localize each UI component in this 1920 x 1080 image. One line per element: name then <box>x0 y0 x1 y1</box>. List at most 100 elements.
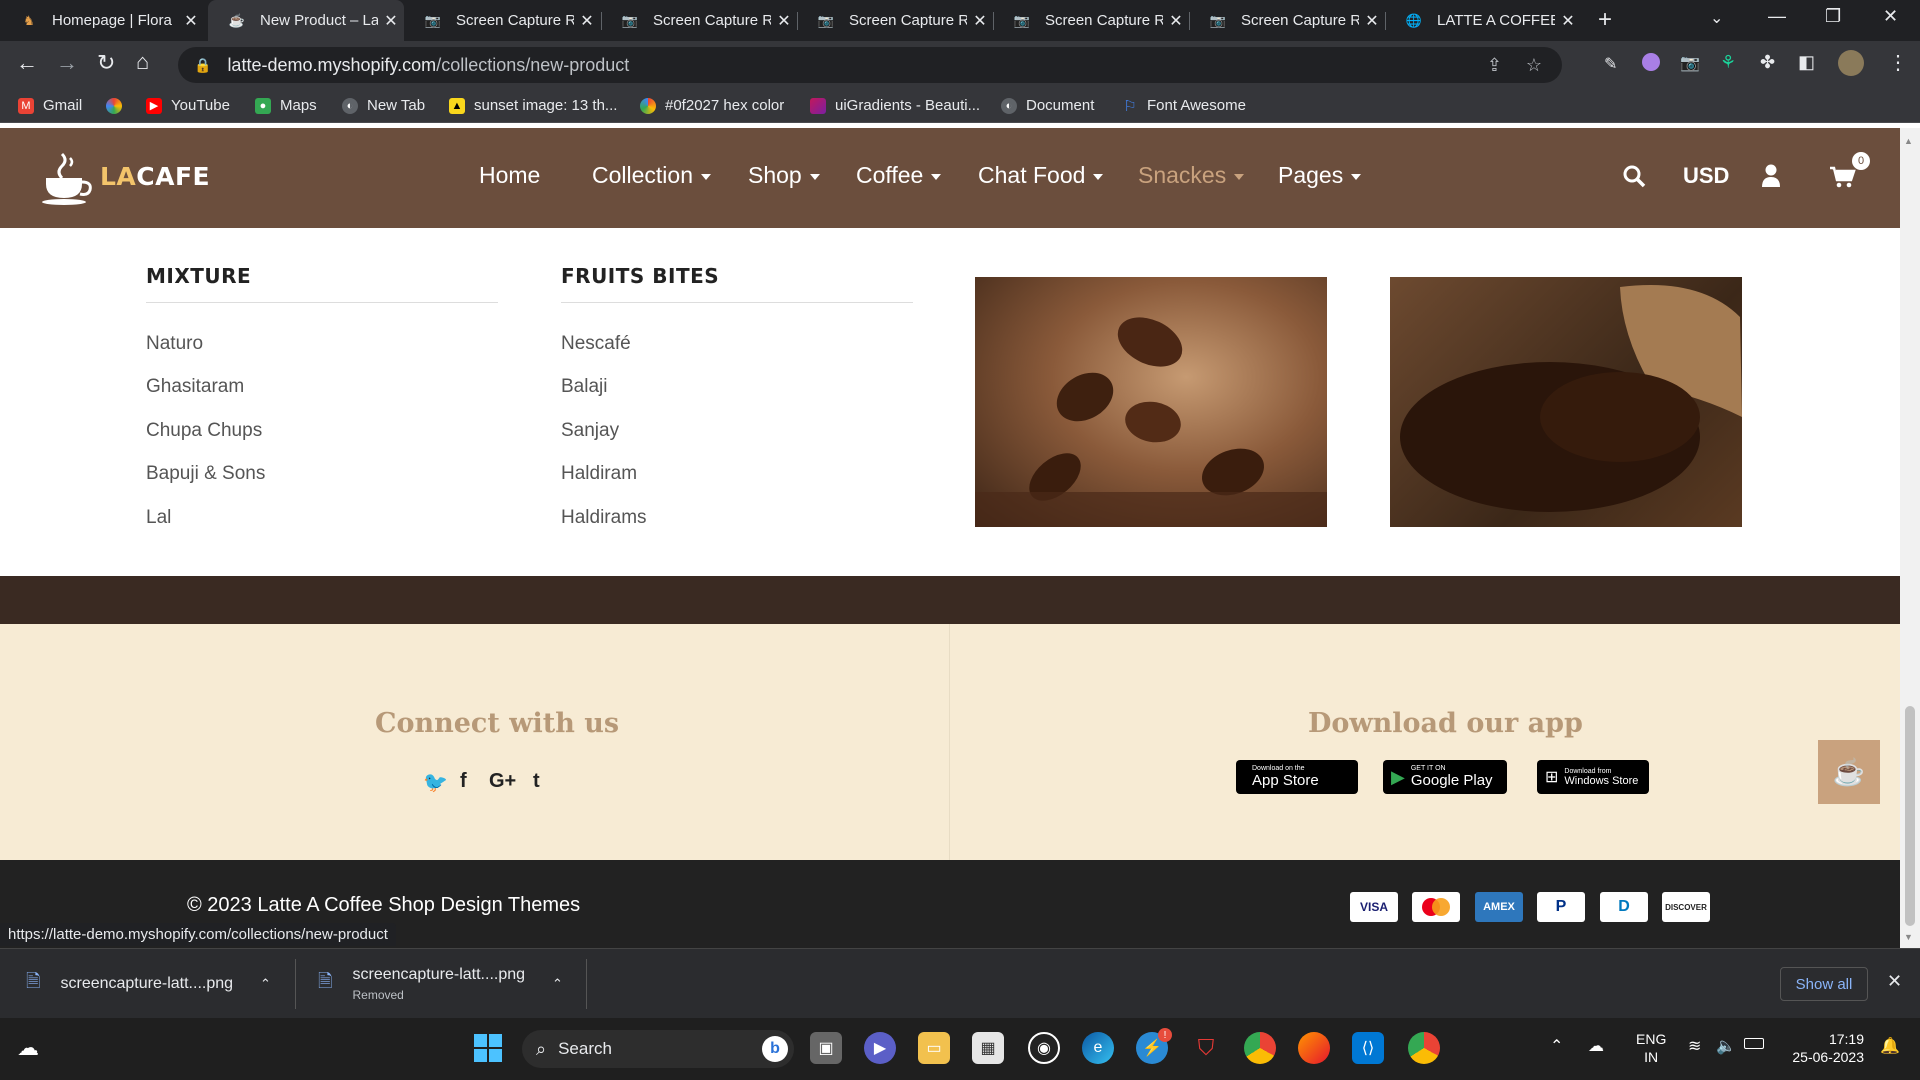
close-downloads-icon[interactable]: ✕ <box>1887 971 1902 992</box>
show-hidden-icons-chevron-icon[interactable]: ⌃ <box>1550 1036 1563 1056</box>
currency-selector[interactable]: USD <box>1683 163 1729 189</box>
battery-icon[interactable] <box>1744 1038 1764 1049</box>
github-icon[interactable]: ◉ <box>1028 1032 1060 1064</box>
extension-circle-icon[interactable] <box>1642 53 1660 71</box>
language-indicator[interactable]: ENG IN <box>1636 1030 1666 1066</box>
nav-collection[interactable]: Collection <box>592 162 711 189</box>
show-all-button[interactable]: Show all <box>1780 967 1868 1001</box>
search-icon[interactable] <box>1622 164 1646 193</box>
bookmark-star-icon[interactable]: ☆ <box>1526 55 1542 76</box>
mcafee-shield-icon[interactable]: ⛉ <box>1190 1032 1222 1064</box>
profile-avatar[interactable] <box>1838 50 1864 76</box>
app-store-badge[interactable]: Download on the App Store <box>1236 760 1358 794</box>
chrome-active-icon[interactable] <box>1408 1032 1440 1064</box>
close-icon[interactable]: ✕ <box>378 11 404 31</box>
bookmark-maps[interactable]: ● Maps <box>255 88 317 123</box>
user-account-icon[interactable] <box>1761 164 1781 193</box>
download-item-1[interactable]: 🗎 screencapture-latt....png ⌃ <box>26 949 296 1019</box>
nav-chat-food[interactable]: Chat Food <box>978 162 1104 189</box>
scroll-down-arrow-icon[interactable]: ▼ <box>1904 932 1913 942</box>
tab-search-chevron-icon[interactable]: ⌄ <box>1710 8 1723 28</box>
nav-pages[interactable]: Pages <box>1278 162 1362 189</box>
new-tab-plus-icon[interactable]: + <box>1598 6 1612 34</box>
close-icon[interactable]: ✕ <box>1555 11 1581 31</box>
bookmark-document[interactable]: ◐ Document <box>1001 88 1094 123</box>
bookmark-new-tab[interactable]: ◐ New Tab <box>342 88 425 123</box>
tab-6[interactable]: 📷 Screen Capture R ✕ <box>1189 0 1385 41</box>
tumblr-icon[interactable]: t <box>533 770 540 793</box>
menu-link[interactable]: Chupa Chups <box>146 420 262 442</box>
nav-shop[interactable]: Shop <box>748 162 820 189</box>
menu-link[interactable]: Nescafé <box>561 333 631 355</box>
weather-cloud-icon[interactable]: ☁ <box>12 1032 44 1064</box>
vscode-icon[interactable]: ⟨⟩ <box>1352 1032 1384 1064</box>
menu-link[interactable]: Haldirams <box>561 507 647 529</box>
microsoft-store-icon[interactable]: ▦ <box>972 1032 1004 1064</box>
scroll-up-arrow-icon[interactable]: ▲ <box>1904 136 1913 146</box>
windows-start-icon[interactable] <box>472 1032 504 1064</box>
minimize-icon[interactable]: — <box>1768 6 1786 27</box>
bookmark-uigradients[interactable]: uiGradients - Beauti... <box>810 88 980 123</box>
tab-4[interactable]: 📷 Screen Capture R ✕ <box>797 0 993 41</box>
bookmark-youtube[interactable]: ▶ YouTube <box>146 88 230 123</box>
task-view-icon[interactable]: ▣ <box>810 1032 842 1064</box>
clock[interactable]: 17:19 25-06-2023 <box>1784 1030 1864 1066</box>
teams-chat-icon[interactable]: ▶ <box>864 1032 896 1064</box>
menu-link[interactable]: Haldiram <box>561 463 637 485</box>
edge-icon[interactable]: e <box>1082 1032 1114 1064</box>
close-icon[interactable]: ✕ <box>1163 11 1189 31</box>
reload-icon[interactable]: ↻ <box>97 50 115 76</box>
bookmark-hex-color[interactable]: #0f2027 hex color <box>640 88 784 123</box>
coffee-beans-falling-image[interactable] <box>975 277 1327 527</box>
site-logo-text[interactable]: LACAFE <box>100 162 210 191</box>
chrome-icon[interactable] <box>1244 1032 1276 1064</box>
nav-snackes-active[interactable]: Snackes <box>1138 162 1245 189</box>
extension-leaf-icon[interactable]: ⚘ <box>1720 52 1736 73</box>
restore-icon[interactable]: ❐ <box>1825 6 1841 27</box>
bookmark-gmail[interactable]: M Gmail <box>18 88 82 123</box>
tab-7[interactable]: 🌐 LATTE A COFFEE S ✕ <box>1385 0 1581 41</box>
scrollbar-thumb[interactable] <box>1905 706 1915 926</box>
extension-pen-icon[interactable]: ✎ <box>1604 54 1617 74</box>
coffee-cup-logo-icon[interactable] <box>40 150 94 206</box>
wifi-icon[interactable]: ≋ <box>1688 1036 1701 1056</box>
coffee-sack-image[interactable] <box>1390 277 1742 527</box>
page-scrollbar[interactable]: ▲ ▼ <box>1900 128 1920 948</box>
shopping-cart-icon[interactable] <box>1830 166 1856 193</box>
tab-0[interactable]: ♞ Homepage | Flora ✕ <box>0 0 204 41</box>
onedrive-cloud-icon[interactable]: ☁ <box>1588 1036 1604 1056</box>
facebook-icon[interactable]: f <box>460 770 467 793</box>
volume-icon[interactable]: 🔈 <box>1716 1036 1736 1056</box>
side-panel-icon[interactable]: ◧ <box>1798 52 1815 73</box>
windows-store-badge[interactable]: ⊞ Download from Windows Store <box>1537 760 1649 794</box>
more-menu-icon[interactable]: ⋮ <box>1888 50 1908 75</box>
share-icon[interactable]: ⇪ <box>1487 55 1502 76</box>
chevron-up-icon[interactable]: ⌃ <box>552 976 563 992</box>
tab-5[interactable]: 📷 Screen Capture R ✕ <box>993 0 1189 41</box>
home-icon[interactable]: ⌂ <box>136 49 149 75</box>
notifications-bell-icon[interactable]: 🔔 <box>1880 1036 1900 1056</box>
tab-2[interactable]: 📷 Screen Capture R ✕ <box>404 0 600 41</box>
close-icon[interactable]: ✕ <box>1359 11 1385 31</box>
menu-link[interactable]: Ghasitaram <box>146 376 244 398</box>
menu-link[interactable]: Naturo <box>146 333 203 355</box>
bookmark-font-awesome[interactable]: ⚐ Font Awesome <box>1122 88 1246 123</box>
menu-link[interactable]: Balaji <box>561 376 607 398</box>
nav-coffee[interactable]: Coffee <box>856 162 942 189</box>
file-explorer-icon[interactable]: ▭ <box>918 1032 950 1064</box>
nav-home[interactable]: Home <box>479 162 540 189</box>
taskbar-search-box[interactable]: ⌕ Search b <box>522 1030 794 1068</box>
menu-link[interactable]: Lal <box>146 507 171 529</box>
google-plus-icon[interactable]: G+ <box>489 770 516 793</box>
close-icon[interactable]: ✕ <box>574 11 600 31</box>
back-arrow-icon[interactable]: ← <box>16 50 38 76</box>
chevron-up-icon[interactable]: ⌃ <box>260 976 271 992</box>
floating-coffee-cup-button[interactable]: ☕ <box>1818 740 1880 804</box>
bookmark-colorful[interactable] <box>106 88 131 123</box>
tab-1-active[interactable]: ☕ New Product – Latte ✕ <box>208 0 404 41</box>
firefox-icon[interactable] <box>1298 1032 1330 1064</box>
download-item-2[interactable]: 🗎 screencapture-latt....png Removed ⌃ <box>318 949 588 1019</box>
window-close-icon[interactable]: ✕ <box>1883 6 1898 27</box>
tab-3[interactable]: 📷 Screen Capture R ✕ <box>601 0 797 41</box>
extensions-puzzle-icon[interactable]: ✤ <box>1760 52 1775 73</box>
